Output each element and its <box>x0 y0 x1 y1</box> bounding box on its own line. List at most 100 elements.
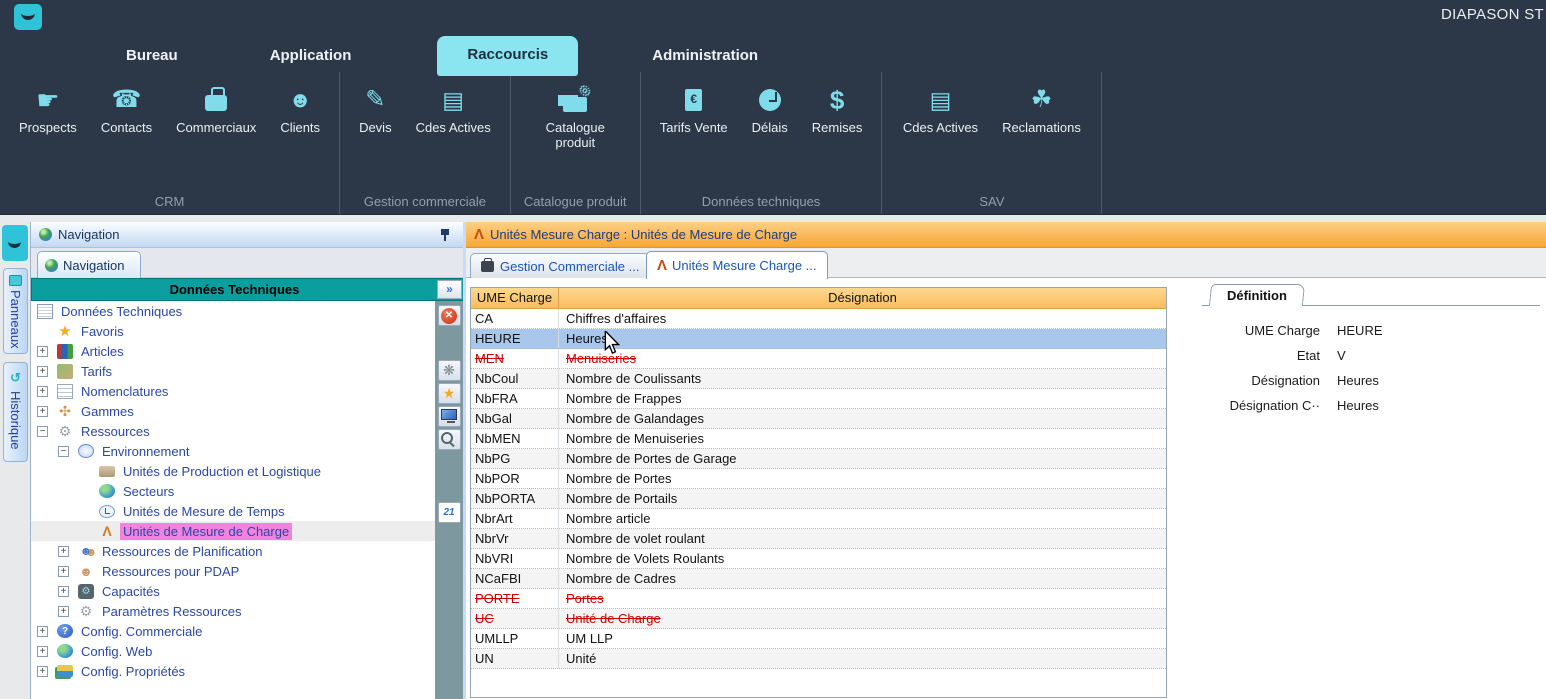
ribbon-button[interactable]: Prospects <box>10 84 86 135</box>
table-row[interactable]: NbPORTA Nombre de Portails <box>471 489 1166 509</box>
ribbon-button[interactable]: Clients <box>271 84 329 135</box>
ribbon-button-icon <box>759 84 781 116</box>
cell-designation: Nombre de Frappes <box>559 389 1166 408</box>
table-row[interactable]: NbGal Nombre de Galandages <box>471 409 1166 429</box>
tree-item[interactable]: Articles <box>31 341 436 361</box>
ribbon-workspace-divider <box>0 215 1546 222</box>
ribbon-button[interactable]: Catalogue produit <box>530 84 620 150</box>
tree-tool-button[interactable] <box>438 406 461 427</box>
tree-item[interactable]: Gammes <box>31 401 436 421</box>
tree-expander[interactable] <box>37 626 48 637</box>
panels-icon <box>9 275 22 286</box>
tree-tool-button[interactable] <box>438 429 461 450</box>
document-tab-label: Unités Mesure Charge ... <box>672 258 817 273</box>
history-icon <box>10 369 21 387</box>
ribbon-tab[interactable]: Bureau <box>96 40 208 72</box>
ribbon-tab[interactable]: Administration <box>622 40 788 72</box>
tree-item[interactable]: Unités de Production et Logistique <box>31 461 436 481</box>
tree-item[interactable]: Capacités <box>31 581 436 601</box>
ribbon-button[interactable]: Cdes Actives <box>407 84 500 135</box>
tree-item[interactable]: Favoris <box>31 321 436 341</box>
tree-item[interactable]: Données Techniques <box>31 301 436 321</box>
ribbon-button[interactable]: Remises <box>803 84 872 135</box>
tree-item[interactable]: Secteurs <box>31 481 436 501</box>
table-row[interactable]: NbVRI Nombre de Volets Roulants <box>471 549 1166 569</box>
tree-expander[interactable] <box>37 426 48 437</box>
tree-expander[interactable] <box>37 646 48 657</box>
tree-item-icon <box>57 404 73 419</box>
ribbon-group-caption: CRM <box>0 194 339 209</box>
ribbon-button[interactable]: Cdes Actives <box>894 84 987 135</box>
side-tab-historique[interactable]: Historique <box>3 362 28 462</box>
ribbon-tab[interactable]: Raccourcis <box>437 36 578 76</box>
tree-expander[interactable] <box>58 446 69 457</box>
table-row[interactable]: NbPOR Nombre de Portes <box>471 469 1166 489</box>
expand-all-button[interactable]: » <box>437 280 462 299</box>
tree-expander[interactable] <box>58 586 69 597</box>
table-row[interactable]: NbPG Nombre de Portes de Garage <box>471 449 1166 469</box>
tree-item[interactable]: Paramètres Ressources <box>31 601 436 621</box>
table-row[interactable]: NbFRA Nombre de Frappes <box>471 389 1166 409</box>
tree-expander[interactable] <box>37 386 48 397</box>
tree-item-label: Config. Commerciale <box>78 623 205 640</box>
column-header-ume-charge[interactable]: UME Charge <box>471 288 559 308</box>
tree-expander[interactable] <box>37 666 48 677</box>
tree-tool-button[interactable] <box>438 383 461 404</box>
tree-expander[interactable] <box>58 606 69 617</box>
tree-item[interactable]: Ressources <box>31 421 436 441</box>
table-row[interactable]: HEURE Heures <box>471 329 1166 349</box>
ribbon-button[interactable]: Tarifs Vente <box>651 84 737 135</box>
tree-expander[interactable] <box>37 346 48 357</box>
document-tab-gestion-commerciale[interactable]: Gestion Commerciale ... <box>470 253 650 278</box>
tree-tool-button[interactable]: 21 <box>438 502 461 523</box>
tree-item[interactable]: Config. Commerciale <box>31 621 436 641</box>
dock-logo-button[interactable] <box>2 225 28 261</box>
tree-item[interactable]: Ressources de Planification <box>31 541 436 561</box>
ribbon-tab[interactable]: Application <box>240 40 382 72</box>
table-row[interactable]: CA Chiffres d'affaires <box>471 309 1166 329</box>
app-logo-button[interactable] <box>14 4 42 30</box>
tree-expander[interactable] <box>37 366 48 377</box>
table-row[interactable]: UMLLP UM LLP <box>471 629 1166 649</box>
tree-item[interactable]: Config. Web <box>31 641 436 661</box>
cell-designation: Nombre de Portes <box>559 469 1166 488</box>
tree-item[interactable]: Nomenclatures <box>31 381 436 401</box>
side-tab-panneaux[interactable]: Panneaux <box>3 268 28 354</box>
ribbon-button[interactable]: Délais <box>743 84 797 135</box>
tree-item-icon <box>57 324 73 339</box>
tree-expander[interactable] <box>58 566 69 577</box>
table-row[interactable]: MEN Menuiseries <box>471 349 1166 369</box>
tree-item[interactable]: Environnement <box>31 441 436 461</box>
table-row[interactable]: NbMEN Nombre de Menuiseries <box>471 429 1166 449</box>
navigation-tab[interactable]: Navigation <box>37 251 141 278</box>
ribbon-button[interactable]: Contacts <box>92 84 161 135</box>
table-row[interactable]: NbCoul Nombre de Coulissants <box>471 369 1166 389</box>
table-row[interactable]: NbrArt Nombre article <box>471 509 1166 529</box>
pin-icon[interactable] <box>440 229 450 241</box>
tree-item-icon <box>78 444 94 458</box>
ribbon-button[interactable]: Devis <box>350 84 401 135</box>
document-tab-unites-mesure-charge[interactable]: Unités Mesure Charge ... <box>646 251 828 279</box>
definition-tab[interactable]: Définition <box>1209 284 1305 306</box>
table-row[interactable]: NCaFBI Nombre de Cadres <box>471 569 1166 589</box>
table-row[interactable]: PORTE Portes <box>471 589 1166 609</box>
table-row[interactable]: UC Unité de Charge <box>471 609 1166 629</box>
tree-item[interactable]: Ressources pour PDAP <box>31 561 436 581</box>
tree-tool-button[interactable] <box>438 305 461 326</box>
ribbon-button[interactable]: Reclamations <box>993 84 1090 135</box>
tree-expander[interactable] <box>37 406 48 417</box>
table-row[interactable]: NbrVr Nombre de volet roulant <box>471 529 1166 549</box>
ribbon-button-icon <box>685 84 702 116</box>
tree-item[interactable]: Tarifs <box>31 361 436 381</box>
tree-item-label: Environnement <box>99 443 192 460</box>
tree-tool-button[interactable] <box>438 360 461 381</box>
tree-item[interactable]: Config. Propriétés <box>31 661 436 681</box>
ribbon-button[interactable]: Commerciaux <box>167 84 265 135</box>
tree-expander[interactable] <box>58 546 69 557</box>
table-row[interactable]: UN Unité <box>471 649 1166 669</box>
definition-field: UME Charge HEURE <box>1202 318 1540 343</box>
tree-item[interactable]: Unités de Mesure de Charge <box>31 521 436 541</box>
ribbon-button-label: Remises <box>812 120 863 135</box>
column-header-designation[interactable]: Désignation <box>559 288 1166 308</box>
tree-item[interactable]: Unités de Mesure de Temps <box>31 501 436 521</box>
